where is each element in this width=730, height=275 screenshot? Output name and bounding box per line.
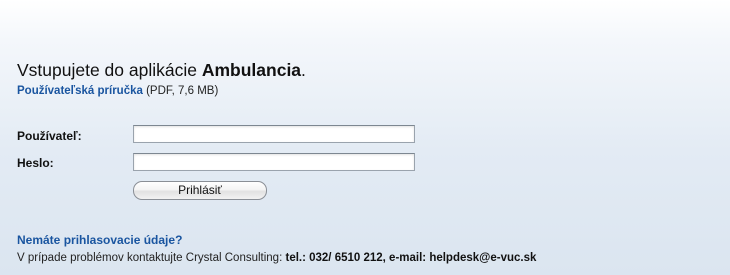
user-manual-link[interactable]: Používateľská príručka	[17, 85, 143, 97]
app-name: Ambulancia	[201, 60, 302, 80]
welcome-text: Vstupujete do aplikácie	[17, 60, 202, 80]
username-input[interactable]	[133, 125, 415, 143]
contact-prefix: V prípade problémov kontaktujte Crystal …	[17, 252, 286, 264]
password-label: Heslo:	[17, 156, 54, 170]
welcome-suffix: .	[301, 60, 306, 80]
help-title-line: Nemáte prihlasovacie údaje?	[17, 233, 182, 247]
page-title: Vstupujete do aplikácie Ambulancia.	[17, 60, 306, 81]
manual-file-info: (PDF, 7,6 MB)	[142, 85, 219, 97]
password-input[interactable]	[133, 153, 415, 171]
contact-details: tel.: 032/ 6510 212, e-mail: helpdesk@e-…	[285, 252, 537, 264]
contact-info: V prípade problémov kontaktujte Crystal …	[17, 252, 536, 264]
login-button[interactable]: Prihlásiť	[133, 181, 267, 200]
manual-line: Používateľská príručka (PDF, 7,6 MB)	[17, 85, 218, 97]
missing-credentials-link[interactable]: Nemáte prihlasovacie údaje?	[17, 233, 182, 247]
username-label: Používateľ:	[17, 129, 82, 143]
